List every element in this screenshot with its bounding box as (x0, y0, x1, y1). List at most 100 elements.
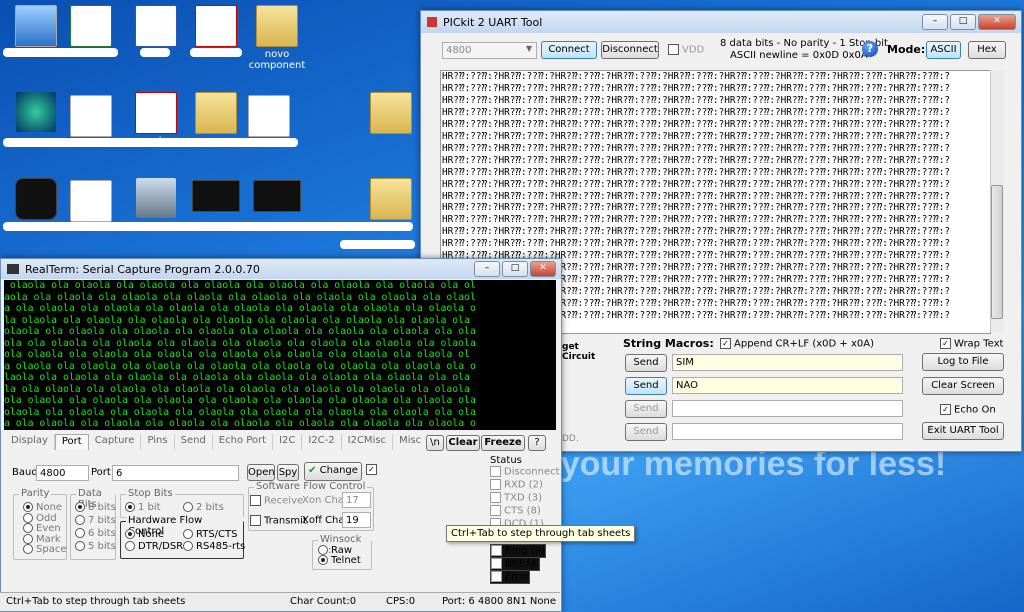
xon-input[interactable]: 17 (342, 492, 371, 508)
hwflow-option-label: None (138, 529, 165, 540)
desktop-icon[interactable] (60, 5, 122, 49)
baud-select[interactable]: 4800 (442, 42, 537, 59)
tab-misc[interactable]: Misc (393, 434, 429, 450)
terminal-line: laola ola olaola ola olaola ola olaola o… (4, 372, 470, 383)
tab-i2cmisc[interactable]: I2CMisc (342, 434, 394, 450)
terminal-display[interactable]: olaola ola olaola ola olaola ola olaola … (4, 280, 556, 430)
hwflow-radio[interactable]: RTS/CTS (183, 529, 237, 540)
desktop-icon[interactable] (125, 5, 187, 49)
parity-radio[interactable]: Mark (23, 533, 61, 545)
xoff-input[interactable]: 19 (342, 512, 371, 528)
desktop-icon[interactable] (246, 180, 308, 214)
parity-radio[interactable]: Space (23, 544, 66, 555)
minimize-button[interactable]: – (474, 261, 500, 277)
close-button[interactable]: ✕ (530, 261, 556, 277)
tab-pins[interactable]: Pins (141, 434, 175, 450)
desktop-icon[interactable] (5, 5, 67, 49)
tab-capture[interactable]: Capture (89, 434, 142, 450)
vdd-checkbox[interactable]: VDD (668, 44, 704, 56)
hex-button[interactable]: Hex (968, 41, 1006, 59)
change-checkbox[interactable]: ✓ (366, 464, 377, 475)
parity-option-label: None (36, 502, 63, 513)
desktop-icon[interactable] (360, 178, 422, 222)
append-crlf-checkbox[interactable]: ✓ Append CR+LF (x0D + x0A) (720, 338, 874, 350)
desktop-icon[interactable] (238, 95, 300, 139)
desktop-icon[interactable] (60, 95, 122, 139)
radio-icon (23, 533, 33, 544)
winsock-radio[interactable]: Telnet (318, 555, 361, 566)
parity-radio[interactable]: Odd (23, 512, 57, 524)
help-button[interactable]: ? (528, 435, 546, 451)
maximize-button[interactable]: □ (502, 261, 528, 277)
tooltip: Ctrl+Tab to step through tab sheets (446, 525, 636, 542)
desktop-icon[interactable] (185, 180, 247, 214)
log-to-file-button[interactable]: Log to File (922, 353, 1004, 371)
receive-line: HR?⁇:??⁇:?HR?⁇:??⁇:?HR?⁇:??⁇:?HR?⁇:??⁇:?… (442, 214, 950, 226)
disconnect-button[interactable]: Disconnect (601, 41, 659, 59)
transmit-checkbox[interactable]: Transmit (250, 515, 307, 527)
clear-button[interactable]: Clear (446, 435, 480, 451)
receive-checkbox[interactable]: Receive (250, 495, 303, 507)
newline-button[interactable]: \n (426, 435, 444, 451)
clear-screen-button[interactable]: Clear Screen (922, 377, 1004, 395)
tab-echo-port[interactable]: Echo Port (213, 434, 274, 450)
freeze-button[interactable]: Freeze (481, 435, 525, 451)
exit-uart-button[interactable]: Exit UART Tool (922, 422, 1004, 440)
radio-icon (23, 523, 33, 533)
send-macro-3-button[interactable]: Send (625, 400, 667, 418)
baud-combo[interactable]: 4800 (36, 465, 89, 481)
folder-icon (370, 92, 412, 134)
macro-2-input[interactable]: NAO (672, 377, 903, 394)
tab-send[interactable]: Send (175, 434, 213, 450)
echo-on-checkbox[interactable]: ✓ Echo On (940, 404, 996, 416)
databits-radio[interactable]: 7 bits (75, 515, 116, 526)
maximize-button[interactable]: □ (950, 14, 976, 30)
databits-radio[interactable]: 6 bits (75, 528, 116, 539)
desktop-icon[interactable] (360, 92, 422, 136)
tab-port[interactable]: Port (54, 434, 89, 450)
status-box (491, 571, 502, 582)
macro-3-input[interactable] (672, 400, 903, 417)
macro-1-input[interactable]: SIM (672, 354, 903, 371)
desktop-icon[interactable] (5, 92, 67, 134)
receive-line: HR?⁇:??⁇:?HR?⁇:??⁇:?HR?⁇:??⁇:?HR?⁇:??⁇:?… (442, 142, 950, 154)
databits-radio[interactable]: 8 bits (75, 502, 116, 513)
stopbits-radio[interactable]: 1 bit (125, 502, 161, 513)
hwflow-radio[interactable]: DTR/DSR (125, 541, 183, 552)
databits-radio[interactable]: 5 bits (75, 541, 116, 552)
send-macro-1-button[interactable]: Send (625, 354, 667, 372)
receive-line: HR?⁇:??⁇:?HR?⁇:??⁇:?HR?⁇:??⁇:?HR?⁇:??⁇:?… (442, 226, 950, 238)
status-indicator-label: CTS (8) (504, 505, 541, 517)
tab-i2c-2[interactable]: I2C-2 (302, 434, 342, 450)
help-icon[interactable]: ? (862, 41, 878, 57)
desktop-icon[interactable] (5, 178, 67, 222)
desktop-icon[interactable] (125, 178, 187, 220)
uart-titlebar: PICkit 2 UART Tool – □ ✕ (421, 11, 1021, 33)
parity-radio[interactable]: Even (23, 523, 61, 534)
macro-4-input[interactable] (672, 423, 903, 440)
open-button[interactable]: Open (247, 464, 275, 481)
hwflow-radio[interactable]: None (125, 529, 164, 540)
desktop-icon[interactable] (60, 180, 122, 224)
mode-label: Mode: (887, 43, 926, 56)
port-combo[interactable]: 6 (112, 465, 239, 481)
tab-i2c[interactable]: I2C (273, 434, 303, 450)
connect-button[interactable]: Connect (541, 41, 597, 59)
send-macro-4-button[interactable]: Send (625, 423, 667, 441)
hwflow-radio[interactable]: RS485-rts (183, 541, 245, 552)
redaction (3, 48, 118, 57)
send-macro-2-button[interactable]: Send (625, 377, 667, 395)
ascii-button[interactable]: ASCII (926, 41, 961, 59)
realterm-app-icon (7, 264, 19, 274)
desktop-icon[interactable]: novo component (246, 5, 308, 71)
tab-display[interactable]: Display (5, 434, 55, 450)
receive-scroll-thumb[interactable] (991, 185, 1003, 319)
close-button[interactable]: ✕ (978, 14, 1016, 30)
spy-button[interactable]: Spy (277, 464, 299, 481)
minimize-button[interactable]: – (922, 14, 948, 30)
wrap-text-checkbox[interactable]: ✓ Wrap Text (940, 338, 1003, 350)
parity-radio[interactable]: None (23, 502, 62, 513)
stopbits-radio[interactable]: 2 bits (183, 502, 224, 513)
change-button[interactable]: ✔ Change (304, 462, 362, 481)
desktop-icon[interactable] (185, 5, 247, 49)
